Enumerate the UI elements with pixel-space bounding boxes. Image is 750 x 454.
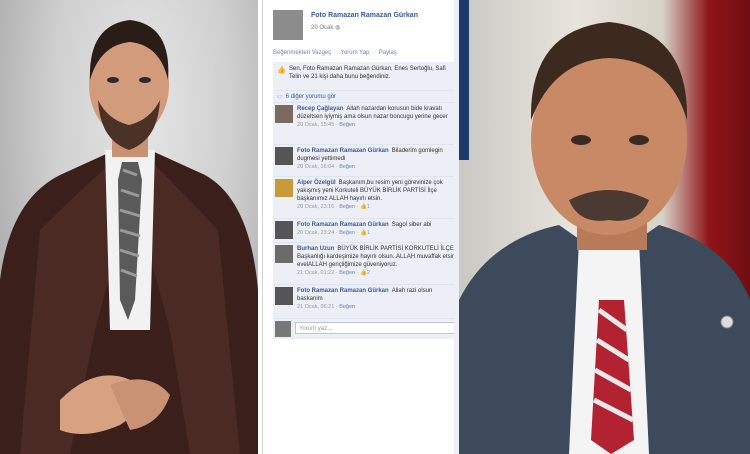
comment-like-count[interactable]: 1	[367, 230, 370, 236]
my-avatar	[275, 321, 291, 337]
post-actions: Beğenmekten Vazgeç · Yorum Yap · Paylaş	[273, 50, 399, 56]
like-comment-link[interactable]: Beğen	[339, 164, 355, 170]
comment-input[interactable]: Yorum yaz...	[295, 322, 455, 334]
likes-summary: 👍 Sen, Foto Ramazan Ramazan Gürkan, Enes…	[273, 62, 459, 90]
commenter-name[interactable]: Foto Ramazan Ramazan Gürkan	[297, 222, 389, 228]
post-date[interactable]: 20 Ocak ◍	[311, 24, 340, 31]
commenter-name[interactable]: Alper Özelgül	[297, 180, 336, 186]
post-author[interactable]: Foto Ramazan Ramazan Gürkan	[311, 12, 418, 19]
thumbs-up-icon: 👍	[277, 67, 286, 74]
commenter-name[interactable]: Foto Ramazan Ramazan Gürkan	[297, 288, 389, 294]
right-photo	[459, 0, 750, 454]
separator: ·	[373, 50, 376, 56]
view-more-comments-label: 6 diğer yorumu gör	[285, 94, 337, 100]
commenter-avatar[interactable]	[275, 221, 293, 239]
author-avatar[interactable]	[273, 10, 303, 40]
commenter-name[interactable]: Burhan Uzun	[297, 246, 334, 252]
separator: ·	[334, 50, 337, 56]
comment-time[interactable]: 20 Ocak, 15:45	[297, 122, 334, 128]
comment-time[interactable]: 21 Ocak, 01:22	[297, 270, 334, 276]
like-comment-link[interactable]: Beğen	[339, 270, 355, 276]
comment-time[interactable]: 20 Ocak, 16:04	[297, 164, 334, 170]
comment-time[interactable]: 20 Ocak, 23:24	[297, 230, 334, 236]
facebook-post: Foto Ramazan Ramazan Gürkan 20 Ocak ◍ Be…	[262, 0, 460, 454]
thumbs-up-icon: 👍	[360, 230, 367, 236]
globe-icon: ◍	[335, 25, 341, 31]
like-comment-link[interactable]: Beğen	[339, 204, 355, 210]
commenter-avatar[interactable]	[275, 179, 293, 197]
comment-item: Foto Ramazan Ramazan Gürkan Biladerim gom…	[273, 144, 459, 177]
left-photo	[0, 0, 258, 454]
likes-text[interactable]: Sen, Foto Ramazan Ramazan Gürkan, Enes S…	[289, 65, 457, 81]
commenter-avatar[interactable]	[275, 287, 293, 305]
post-header: Foto Ramazan Ramazan Gürkan 20 Ocak ◍	[273, 8, 453, 44]
commenter-avatar[interactable]	[275, 105, 293, 123]
comment-like-count[interactable]: 1	[367, 204, 370, 210]
like-comment-link[interactable]: Beğen	[339, 304, 355, 310]
comment-time[interactable]: 21 Ocak, 06:21	[297, 304, 334, 310]
post-date-text: 20 Ocak	[311, 25, 334, 31]
comment-item: Foto Ramazan Ramazan Gürkan Sagol siber a…	[273, 218, 459, 243]
like-comment-link[interactable]: Beğen	[339, 230, 355, 236]
comment-item: Recep Çağlayan Allah nazardan korusun bid…	[273, 102, 459, 145]
commenter-name[interactable]: Recep Çağlayan	[297, 106, 343, 112]
thumbs-up-icon: 👍	[360, 270, 367, 276]
comment-link[interactable]: Yorum Yap	[341, 50, 370, 56]
comment-item: Burhan Uzun BÜYÜK BİRLİK PARTİSİ KORKUTEL…	[273, 242, 459, 285]
like-comment-link[interactable]: Beğen	[339, 122, 355, 128]
comment-text: Sagol siber abi	[391, 222, 432, 228]
commenter-avatar[interactable]	[275, 245, 293, 263]
unlike-link[interactable]: Beğenmekten Vazgeç	[273, 50, 331, 56]
comment-item: Foto Ramazan Ramazan Gürkan Allah razi ol…	[273, 284, 459, 319]
comment-item: Alper Özelgül Başkanım,bu resim yeni göre…	[273, 176, 459, 219]
thumbs-up-icon: 👍	[360, 204, 367, 210]
comment-like-count[interactable]: 2	[367, 270, 370, 276]
commenter-avatar[interactable]	[275, 147, 293, 165]
share-link[interactable]: Paylaş	[379, 50, 397, 56]
comment-time[interactable]: 20 Ocak, 23:16	[297, 204, 334, 210]
commenter-name[interactable]: Foto Ramazan Ramazan Gürkan	[297, 148, 389, 154]
write-comment-box: Yorum yaz...	[273, 318, 459, 339]
